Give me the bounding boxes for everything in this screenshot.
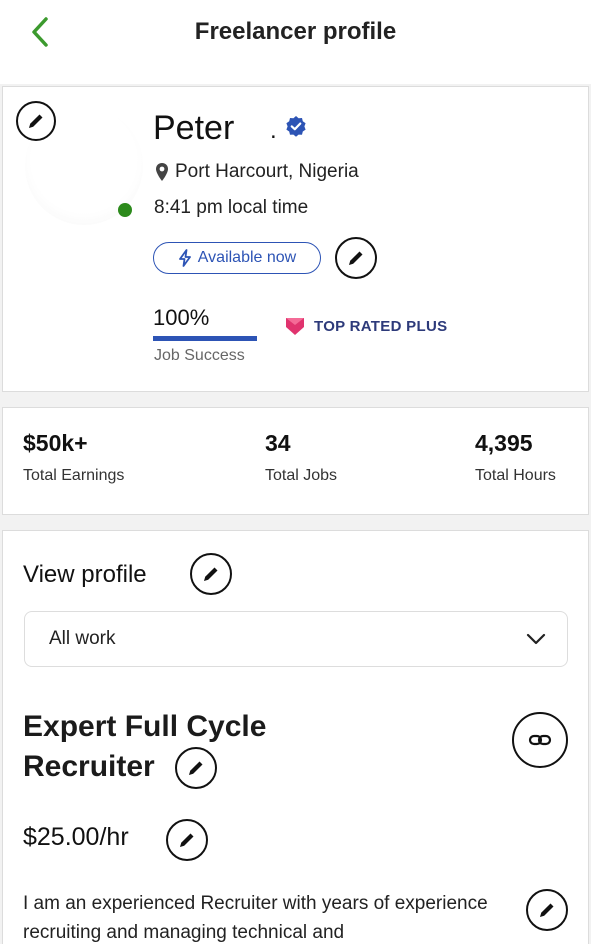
stats-card: $50k+ Total Earnings 34 Total Jobs 4,395… [2, 407, 589, 515]
stat-label: Total Hours [475, 467, 556, 484]
stat-label: Total Earnings [23, 467, 125, 484]
top-rated-plus-icon [286, 318, 304, 335]
availability-badge[interactable]: Available now [153, 242, 321, 274]
edit-title-button[interactable] [175, 747, 217, 789]
stat-value: $50k+ [23, 430, 88, 456]
top-rated-text: TOP RATED PLUS [314, 317, 448, 335]
location-pin-icon [156, 163, 168, 181]
chevron-down-icon [526, 633, 546, 645]
name-suffix: . [270, 117, 277, 144]
local-time: 8:41 pm local time [154, 197, 309, 218]
stat-value: 34 [265, 430, 291, 456]
freelancer-name: Peter [153, 109, 235, 147]
stat-label: Total Jobs [265, 467, 338, 484]
job-success-bar-fill [153, 336, 257, 341]
location-text: Port Harcourt, Nigeria [175, 161, 359, 182]
pencil-icon [180, 833, 194, 847]
top-bar: Freelancer profile [0, 0, 591, 84]
verified-badge-icon [286, 116, 306, 137]
location-row: Port Harcourt, Nigeria [155, 161, 359, 183]
stat-total-hours: 4,395 Total Hours [475, 430, 556, 485]
work-card: View profile All work Expert Full Cycle … [2, 530, 589, 944]
view-profile-label: View profile [23, 561, 147, 588]
hourly-rate: $25.00/hr [23, 823, 129, 851]
job-success-label: Job Success [154, 347, 245, 364]
lightning-icon [178, 249, 191, 267]
job-success-percent: 100% [153, 305, 210, 330]
pencil-icon [540, 903, 554, 917]
copy-link-button[interactable] [512, 712, 568, 768]
top-rated-badge: TOP RATED PLUS [284, 315, 447, 337]
job-title-line-1: Expert Full Cycle [23, 710, 267, 743]
edit-availability-button[interactable] [335, 237, 377, 279]
pencil-icon [349, 251, 363, 265]
edit-avatar-button[interactable] [16, 101, 56, 141]
profile-description: I am an experienced Recruiter with years… [23, 893, 488, 943]
job-success-bar [153, 336, 257, 341]
pencil-icon [189, 761, 203, 775]
stat-value: 4,395 [475, 430, 533, 456]
profile-card: Peter . Port Harcourt, Nigeria 8:41 pm l… [2, 86, 589, 392]
dropdown-selected-value: All work [49, 628, 116, 649]
edit-view-profile-button[interactable] [190, 553, 232, 595]
job-title-line-2: Recruiter [23, 750, 155, 783]
availability-text: Available now [197, 249, 297, 266]
edit-description-button[interactable] [526, 889, 568, 931]
work-filter-dropdown[interactable]: All work [24, 611, 568, 667]
stat-total-jobs: 34 Total Jobs [265, 430, 337, 485]
page-title: Freelancer profile [194, 18, 397, 45]
stat-total-earnings: $50k+ Total Earnings [23, 430, 124, 485]
edit-rate-button[interactable] [166, 819, 208, 861]
link-icon [528, 734, 552, 746]
pencil-icon [29, 114, 43, 128]
pencil-icon [204, 567, 218, 581]
online-status-dot [118, 203, 132, 217]
